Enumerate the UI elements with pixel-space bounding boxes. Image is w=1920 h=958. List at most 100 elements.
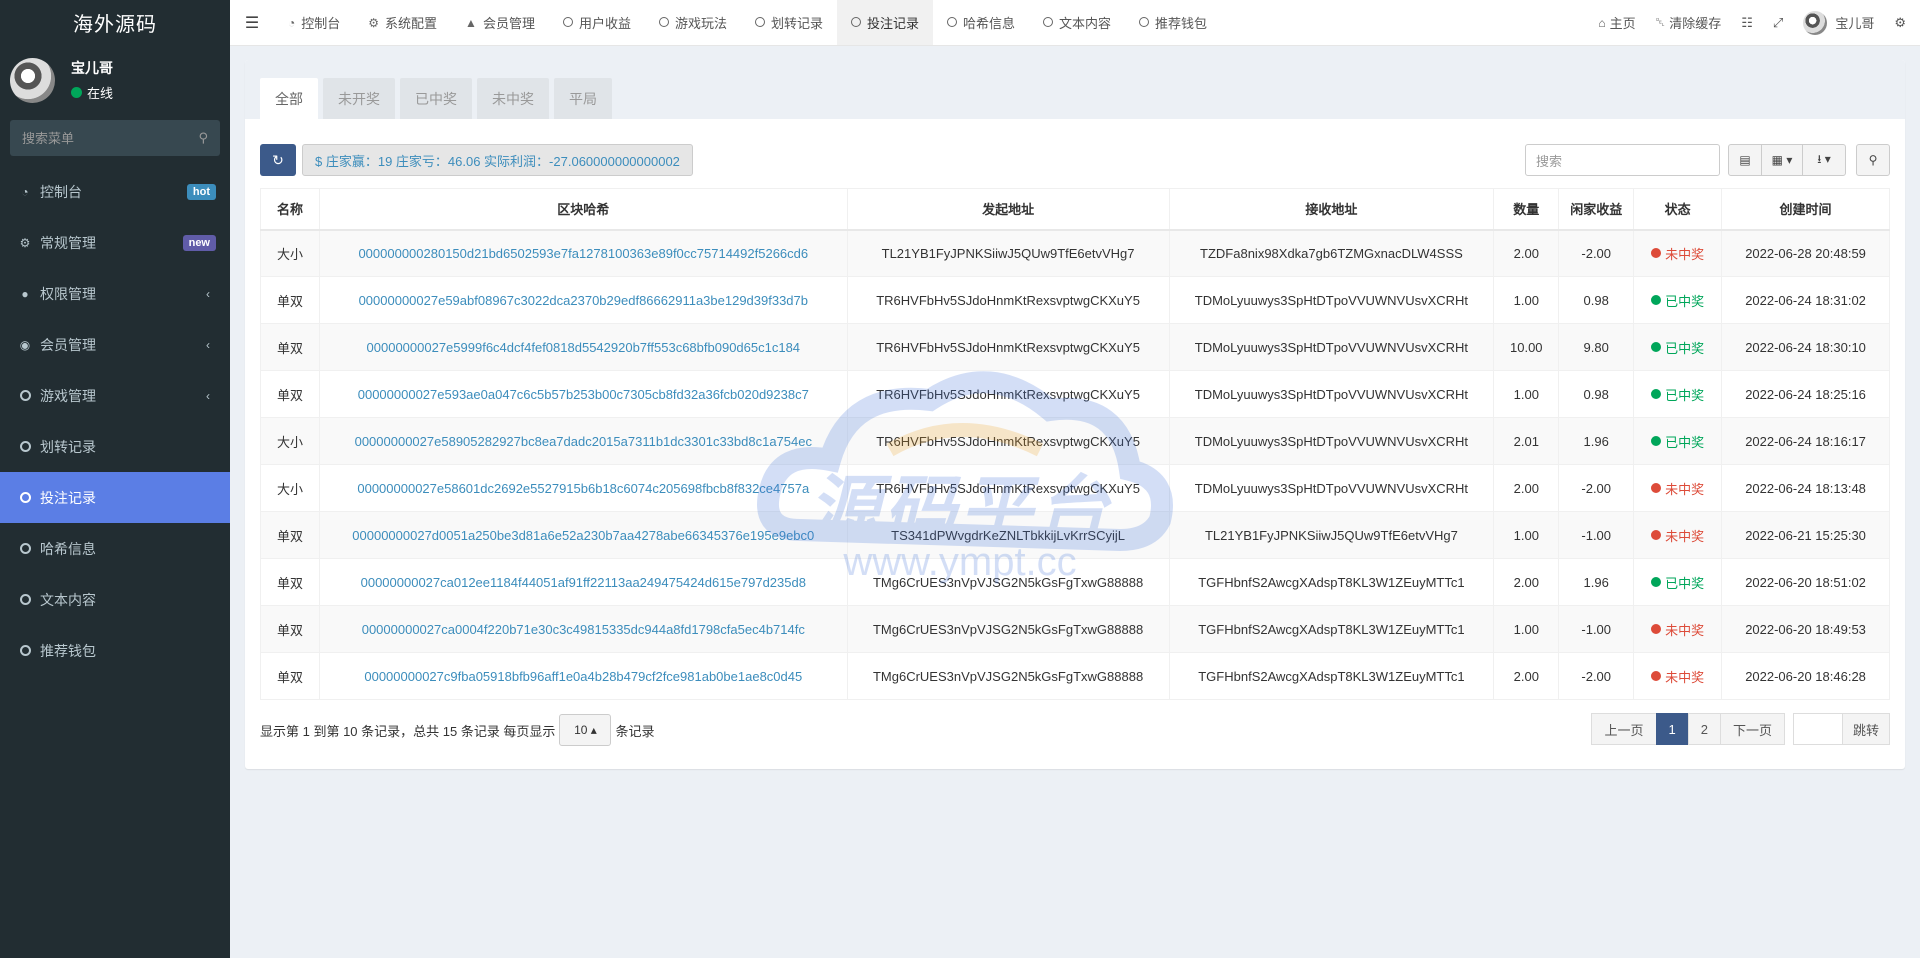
cell-block-hash[interactable]: 00000000027e58601dc2692e5527915b6b18c607… — [318, 464, 848, 512]
toggle-view-button[interactable]: ▤ — [1728, 144, 1762, 176]
filter-tab-draw[interactable]: 平局 — [554, 78, 612, 119]
tab-user-earnings[interactable]: 用户收益 — [549, 0, 645, 45]
sidebar-item-members[interactable]: ◉ 会员管理 ‹ — [0, 319, 230, 370]
next-page-button[interactable]: 下一页 — [1719, 713, 1785, 745]
prev-page-button[interactable]: 上一页 — [1591, 713, 1657, 745]
tab-bets[interactable]: 投注记录 — [837, 0, 934, 45]
menu-toggle-icon[interactable]: ☰ — [230, 0, 274, 45]
sidebar-item-wallet[interactable]: 推荐钱包 — [0, 625, 230, 676]
cell-block-hash[interactable]: 00000000027ca0004f220b71e30c3c49815335dc… — [318, 605, 848, 653]
circle-icon — [562, 16, 573, 30]
tab-label: 游戏玩法 — [674, 16, 727, 31]
col-block-hash[interactable]: 区块哈希 — [318, 188, 848, 231]
cell-created-at: 2022-06-20 18:49:53 — [1721, 605, 1890, 653]
home-link[interactable]: ⌂ 主页 — [1588, 13, 1645, 32]
circle-icon — [18, 441, 32, 452]
sidebar-item-games[interactable]: 游戏管理 ‹ — [0, 370, 230, 421]
cell-amount: 1.00 — [1493, 605, 1560, 653]
cell-block-hash[interactable]: 00000000027e593ae0a047c6c5b57b253b00c730… — [318, 370, 848, 418]
cogs-icon: ⚙ — [19, 235, 31, 250]
cell-block-hash[interactable]: 00000000027d0051a250be3d81a6e52a230b7aa4… — [318, 511, 848, 559]
sidebar-item-hash[interactable]: 哈希信息 — [0, 523, 230, 574]
table-search-input[interactable]: 搜索 — [1525, 144, 1720, 176]
col-from-address[interactable]: 发起地址 — [846, 188, 1170, 231]
status-label: 已中奖 — [1665, 340, 1705, 356]
cell-block-hash[interactable]: 00000000027c9fba05918bfb96aff1e0a4b28b47… — [318, 652, 848, 700]
table-row[interactable]: 单双 00000000027ca012ee1184f44051af91ff2211… — [260, 558, 1890, 606]
cell-player-profit: 0.98 — [1558, 276, 1635, 324]
search-button[interactable]: ⚲ — [1856, 144, 1890, 176]
tab-dashboard[interactable]: ◔ 控制台 — [274, 0, 354, 45]
filter-tab-pending[interactable]: 未开奖 — [323, 78, 395, 119]
table-row[interactable]: 大小 000000000280150d21bd6502593e7fa1278100… — [260, 229, 1890, 277]
cell-block-hash[interactable]: 000000000280150d21bd6502593e7fa127810036… — [318, 229, 848, 277]
sidebar-item-label: 会员管理 — [40, 336, 96, 353]
table-row[interactable]: 单双 00000000027ca0004f220b71e30c3c49815335… — [260, 605, 1890, 653]
table-row[interactable]: 单双 00000000027c9fba05918bfb96aff1e0a4b28b… — [260, 652, 1890, 700]
clear-cache-button[interactable]: ␡ 清除缓存 — [1646, 13, 1732, 32]
page-2-button[interactable]: 2 — [1687, 713, 1721, 745]
table-row[interactable]: 单双 00000000027e59abf08967c3022dca2370b29e… — [260, 276, 1890, 324]
col-status[interactable]: 状态 — [1633, 188, 1723, 231]
cell-block-hash[interactable]: 00000000027e5999f6c4dcf4fef0818d5542920b… — [318, 323, 848, 371]
cell-status: 未中奖 — [1633, 652, 1723, 700]
table-row[interactable]: 单双 00000000027e5999f6c4dcf4fef0818d554292… — [260, 323, 1890, 371]
export-button[interactable]: ⭳ ▾ — [1802, 144, 1846, 176]
cell-block-hash[interactable]: 00000000027e58905282927bc8ea7dadc2015a73… — [318, 417, 848, 465]
jump-page-input[interactable] — [1792, 713, 1843, 745]
tab-label: 投注记录 — [867, 16, 920, 31]
table-row[interactable]: 单双 00000000027d0051a250be3d81a6e52a230b7a… — [260, 511, 1890, 559]
cell-to-address: TGFHbnfS2AwcgXAdspT8KL3W1ZEuyMTTc1 — [1168, 605, 1495, 653]
sidebar-search: ⚲ — [10, 120, 220, 156]
settings-gear-icon[interactable]: ⚙ — [1884, 15, 1920, 31]
sidebar-item-bets[interactable]: 投注记录 — [0, 472, 230, 523]
refresh-button[interactable]: ↻ — [260, 144, 296, 176]
pagination-suffix: 条记录 — [615, 723, 655, 739]
filter-tab-won[interactable]: 已中奖 — [400, 78, 472, 119]
page-size-select[interactable]: 10 ▴ — [559, 714, 612, 746]
search-icon[interactable]: ⚲ — [198, 130, 208, 146]
col-name[interactable]: 名称 — [260, 188, 320, 231]
filter-tab-lost[interactable]: 未中奖 — [477, 78, 549, 119]
sidebar-item-general[interactable]: ⚙ 常规管理 new — [0, 217, 230, 268]
circle-icon — [18, 594, 32, 605]
cell-block-hash[interactable]: 00000000027e59abf08967c3022dca2370b29edf… — [318, 276, 848, 324]
cell-from-address: TMg6CrUES3nVpVJSG2N5kGsFgTxwG88888 — [846, 558, 1170, 606]
cell-to-address: TGFHbnfS2AwcgXAdspT8KL3W1ZEuyMTTc1 — [1168, 652, 1495, 700]
cell-status: 未中奖 — [1633, 464, 1723, 512]
logo[interactable]: 海外源码 — [0, 0, 230, 44]
pagination: 上一页 1 2 下一页 跳转 — [1591, 713, 1890, 747]
col-amount[interactable]: 数量 — [1493, 188, 1560, 231]
tab-system-config[interactable]: ⚙ 系统配置 — [354, 0, 451, 45]
sidebar-search-input[interactable] — [22, 130, 172, 146]
language-icon[interactable]: ☷ — [1731, 15, 1763, 31]
table-row[interactable]: 单双 00000000027e593ae0a047c6c5b57b253b00c7… — [260, 370, 1890, 418]
jump-button[interactable]: 跳转 — [1841, 713, 1890, 745]
sidebar-item-permissions[interactable]: ● 权限管理 ‹ — [0, 268, 230, 319]
tab-game-rules[interactable]: 游戏玩法 — [645, 0, 741, 45]
tab-transfers[interactable]: 划转记录 — [741, 0, 837, 45]
col-player-profit[interactable]: 闲家收益 — [1558, 188, 1635, 231]
table-row[interactable]: 大小 00000000027e58601dc2692e5527915b6b18c6… — [260, 464, 1890, 512]
filter-tab-all[interactable]: 全部 — [260, 78, 318, 119]
bet-records-panel: 全部 未开奖 已中奖 未中奖 平局 ↻ $ 庄家赢：19 庄家亏：46.06 实… — [245, 60, 1905, 769]
col-to-address[interactable]: 接收地址 — [1168, 188, 1495, 231]
cell-name: 大小 — [260, 464, 320, 512]
circle-icon — [18, 390, 32, 401]
sidebar-item-transfers[interactable]: 划转记录 — [0, 421, 230, 472]
cell-status: 未中奖 — [1633, 229, 1723, 277]
col-created-at[interactable]: 创建时间 — [1721, 188, 1890, 231]
tab-members[interactable]: ▲ 会员管理 — [451, 0, 549, 45]
sidebar-item-dashboard[interactable]: ◔ 控制台 hot — [0, 166, 230, 217]
cell-block-hash[interactable]: 00000000027ca012ee1184f44051af91ff22113a… — [318, 558, 848, 606]
tab-text[interactable]: 文本内容 — [1029, 0, 1125, 45]
page-1-button[interactable]: 1 — [1655, 713, 1689, 745]
fullscreen-icon[interactable]: ⤢ — [1763, 15, 1793, 31]
sidebar-item-label: 投注记录 — [40, 489, 96, 506]
user-menu[interactable]: 宝儿哥 — [1793, 10, 1884, 35]
tab-hash[interactable]: 哈希信息 — [933, 0, 1029, 45]
sidebar-item-text[interactable]: 文本内容 — [0, 574, 230, 625]
tab-wallet[interactable]: 推荐钱包 — [1125, 0, 1221, 45]
table-row[interactable]: 大小 00000000027e58905282927bc8ea7dadc2015a… — [260, 417, 1890, 465]
columns-button[interactable]: ▦ ▾ — [1761, 144, 1803, 176]
